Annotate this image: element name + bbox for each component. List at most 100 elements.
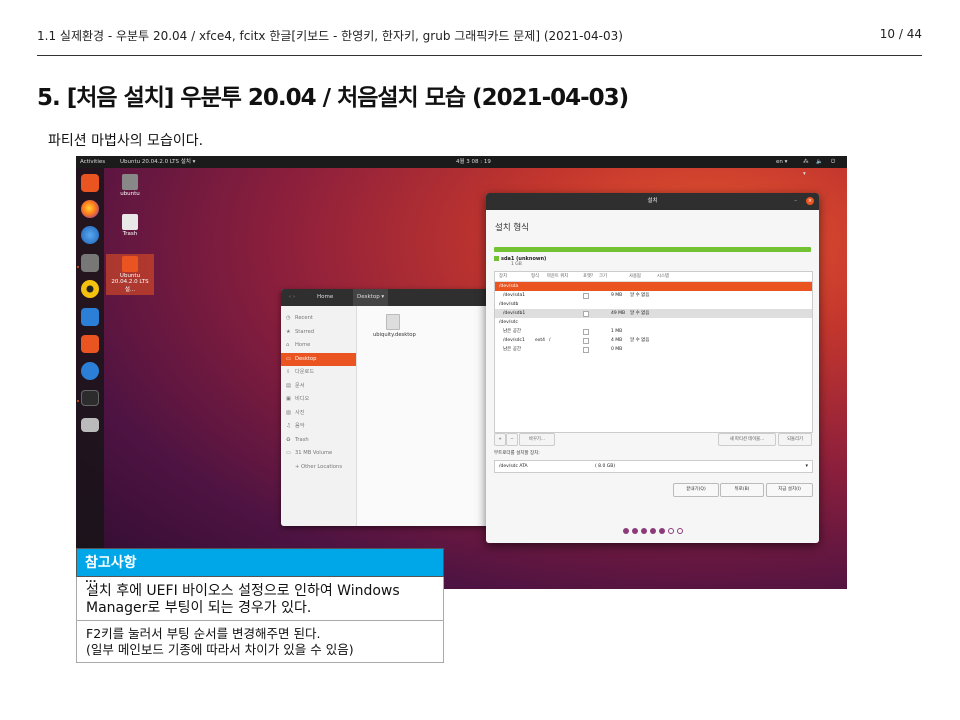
partition-row[interactable]: /dev/sdb (495, 300, 812, 309)
sidebar-item-label: Home (295, 342, 311, 348)
note-body: 설치 후에 UEFI 바이오스 설정으로 인하여 Windows Manager… (76, 577, 444, 663)
column-header[interactable]: 형식 (531, 272, 539, 281)
column-header[interactable]: 마운트 위치 (547, 272, 568, 281)
sidebar-item-label: 비디오 (295, 396, 310, 402)
progress-dot-empty (676, 528, 683, 534)
remove-partition-button[interactable]: − (506, 433, 518, 446)
partition-usage-bar (494, 247, 811, 252)
back-button[interactable]: 뒤로(B) (720, 483, 764, 497)
sidebar-item-label: Recent (295, 315, 313, 321)
sidebar-item-icon: ▤ (286, 382, 291, 389)
sidebar-item-icon: ⇩ (286, 369, 291, 375)
partition-row[interactable]: 남은 공간 1 MB (495, 327, 812, 336)
running-indicator (77, 266, 79, 268)
sidebar-item-icon: ◷ (286, 315, 291, 321)
add-partition-button[interactable]: + (494, 433, 506, 446)
desktop-icon-ubuntu[interactable]: ubuntu (110, 174, 150, 197)
format-checkbox[interactable] (583, 293, 589, 299)
files-sidebar-item[interactable]: ▭ 31 MB Volume (281, 447, 356, 460)
files-sidebar-item[interactable]: ♻ Trash (281, 434, 356, 447)
files-sidebar: ◷ Recent ★ Starred ⌂ Home ▭ Desktop ⇩ 다운로드 ▤ 문서 ▣ 비디오… (281, 306, 357, 526)
desktop-icon-trash[interactable]: Trash (110, 214, 150, 237)
partition-cell: 알 수 없음 (630, 338, 650, 343)
partition-row[interactable]: /dev/sdb1 49 MB 알 수 없음 (495, 309, 812, 318)
installer-dock-icon (81, 174, 99, 192)
partition-table: 장치 형식 마운트 위치 포맷? 크기 사용됨 시스템 /dev/sda/dev/sda1 9… (494, 271, 813, 433)
ubiquity-desktop-file[interactable]: ubiquity.desktop (373, 314, 416, 338)
partition-row[interactable]: /dev/sdc (495, 318, 812, 327)
partition-cell: /dev/sdc (499, 320, 518, 325)
sidebar-item-icon: ♫ (286, 423, 291, 429)
bootloader-device-select[interactable]: /dev/sdc ATA ( 8.0 GB) ▾ (494, 460, 813, 473)
installer-progress-dots (486, 519, 819, 538)
header-divider (37, 55, 922, 56)
help-dock-icon (81, 362, 99, 380)
column-header[interactable]: 사용됨 (629, 272, 641, 281)
note-item-uefi: 설치 후에 UEFI 바이오스 설정으로 인하여 Windows Manager… (86, 583, 400, 616)
files-sidebar-item[interactable]: ◷ Recent (281, 312, 356, 325)
home-folder-icon (122, 174, 138, 190)
column-header[interactable]: 시스템 (657, 272, 669, 281)
bootloader-device: /dev/sdc ATA (499, 464, 528, 469)
note-title: 참고사항 (85, 555, 137, 571)
progress-dot-filled (631, 528, 638, 534)
files-sidebar-item[interactable]: ⌂ Home (281, 339, 356, 352)
minimize-icon[interactable]: – (794, 193, 797, 210)
files-dock-icon (81, 254, 99, 272)
desktop-icon-installer[interactable]: Ubuntu 20.04.2.0 LTS 설... (106, 254, 154, 295)
partition-row[interactable]: 남은 공간 0 MB (495, 345, 812, 354)
files-sidebar-item[interactable]: ★ Starred (281, 326, 356, 339)
revert-button[interactable]: 되돌리기 (778, 433, 812, 446)
partition-cell: /dev/sdb1 (503, 311, 526, 316)
writer-dock-icon (81, 308, 99, 326)
partition-table-body: /dev/sda/dev/sda1 9 MB 알 수 없음/dev/sdb/dev/… (495, 282, 812, 354)
legend-swatch (494, 256, 499, 261)
format-checkbox[interactable] (583, 311, 589, 317)
new-partition-table-button[interactable]: 새 파티션 테이블... (718, 433, 776, 446)
clock-label: 4월 3 08 : 19 (456, 159, 491, 165)
install-now-button[interactable]: 지금 설치(I) (766, 483, 813, 497)
bootloader-label: 부트로더를 설치할 장치: (494, 451, 540, 456)
partition-row[interactable]: /dev/sdc1 ext4 / 4 MB 알 수 없음 (495, 336, 812, 345)
ubuntu-dock (76, 168, 104, 589)
column-header[interactable]: 장치 (499, 272, 507, 281)
partition-row[interactable]: /dev/sda1 9 MB 알 수 없음 (495, 291, 812, 300)
partition-row[interactable]: /dev/sda (495, 282, 812, 291)
files-sidebar-item[interactable]: ▣ 비디오 (281, 393, 356, 406)
partition-cell: 1 MB (611, 329, 623, 334)
partition-buttons: + − 바꾸기... 새 파티션 테이블... 되돌리기 (494, 433, 812, 446)
quit-button[interactable]: 끝내기(Q) (673, 483, 719, 497)
path-home[interactable]: Home (317, 289, 333, 306)
back-forward-icon[interactable]: ‹ › (289, 289, 295, 306)
files-sidebar-item[interactable]: + Other Locations (281, 461, 356, 474)
partition-cell: ext4 (535, 338, 545, 343)
sidebar-item-label: Desktop (295, 355, 317, 362)
page-title: 5. [처음 설치] 우분투 20.04 / 처음설치 모습 (2021-04-… (37, 85, 629, 111)
partition-cell: 알 수 없음 (630, 311, 650, 316)
files-sidebar-item[interactable]: ▤ 문서 (281, 380, 356, 393)
sidebar-item-label: 음악 (295, 423, 305, 429)
partition-table-header: 장치 형식 마운트 위치 포맷? 크기 사용됨 시스템 (495, 272, 812, 282)
gnome-top-bar: Activities Ubuntu 20.04.2.0 LTS 설치 ▾ 4월 … (76, 156, 847, 177)
path-desktop[interactable]: Desktop ▾ (353, 289, 389, 306)
sidebar-item-icon: ★ (286, 328, 291, 335)
progress-dot-filled (622, 528, 629, 534)
format-checkbox[interactable] (583, 338, 589, 344)
files-sidebar-item[interactable]: ▨ 사진 (281, 407, 356, 420)
format-checkbox[interactable] (583, 347, 589, 353)
drive-dock-icon (81, 418, 99, 432)
progress-dot-filled (658, 528, 665, 534)
partition-cell: 4 MB (611, 338, 623, 343)
column-header[interactable]: 포맷? (583, 272, 593, 281)
files-sidebar-item[interactable]: ▭ Desktop (281, 352, 356, 366)
format-checkbox[interactable] (583, 329, 589, 335)
partition-cell: 9 MB (611, 293, 623, 298)
files-sidebar-item[interactable]: ⇩ 다운로드 (281, 366, 356, 379)
column-header[interactable]: 크기 (599, 272, 607, 281)
change-partition-button[interactable]: 바꾸기... (519, 433, 555, 446)
close-icon[interactable]: × (806, 197, 814, 205)
header-breadcrumb: 1.1 실제환경 - 우분투 20.04 / xfce4, fcitx 한글[키… (37, 29, 623, 43)
sidebar-item-icon: ▭ (286, 450, 291, 456)
sidebar-item-label: 31 MB Volume (295, 450, 333, 456)
files-sidebar-item[interactable]: ♫ 음악 (281, 420, 356, 433)
